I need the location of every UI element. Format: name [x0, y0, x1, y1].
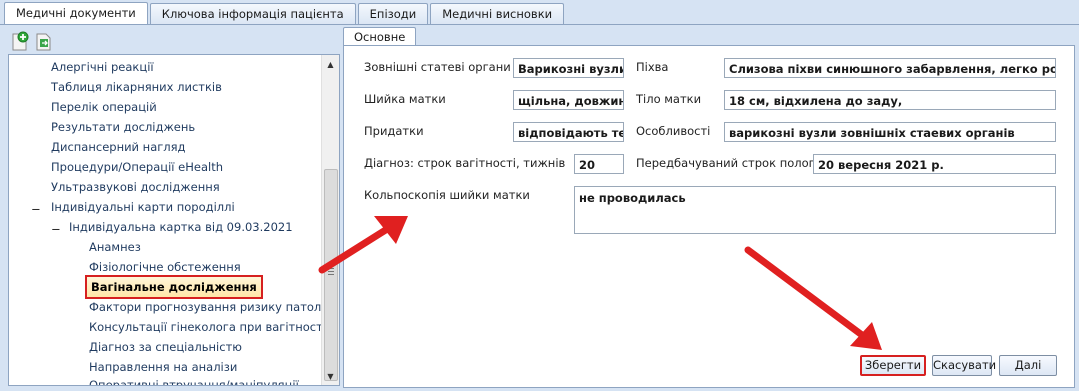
collapse-toggle-icon[interactable]: −	[31, 202, 41, 216]
tab-medical-conclusions[interactable]: Медичні висновки	[430, 3, 565, 24]
tree-item[interactable]: Оперативні втручання/маніпуляції	[89, 375, 299, 386]
tree-item-label: Таблиця лікарняних листків	[51, 80, 222, 94]
tree-item-label: Діагноз за спеціальністю	[89, 340, 242, 354]
tree-item-label: Результати досліджень	[51, 120, 196, 134]
scroll-grip-icon	[328, 268, 334, 276]
external-organs-field[interactable]: Варикозні вузли	[513, 58, 624, 78]
tree-item-label: Індивідуальна картка від 09.03.2021	[69, 220, 293, 234]
tree-item[interactable]: Ультразвукові дослідження	[51, 177, 220, 197]
adnexa-label: Придатки	[364, 124, 424, 138]
tree-item-label: Фізіологічне обстеження	[89, 260, 241, 274]
tree-item-label: Анамнез	[89, 240, 141, 254]
tree-item-label: Індивідуальні карти породіллі	[51, 200, 235, 214]
tree-item[interactable]: Індивідуальні карти породіллі	[51, 197, 235, 217]
adnexa-field[interactable]: відповідають тер	[513, 122, 624, 142]
tree-item[interactable]: Анамнез	[89, 237, 141, 257]
tab-main[interactable]: Основне	[343, 27, 417, 46]
tree-item-label: Вагінальне дослідження	[91, 280, 257, 294]
gestational-age-field[interactable]: 20	[574, 154, 624, 174]
scrollbar-thumb[interactable]	[324, 169, 338, 381]
tree-item[interactable]: Диспансерний нагляд	[51, 137, 186, 157]
tree-item-selected[interactable]: Вагінальне дослідження	[85, 275, 263, 299]
vagina-field[interactable]: Слизова піхви синюшного забарвлення, лег…	[724, 58, 1056, 78]
cervix-field[interactable]: щільна, довжина	[513, 90, 624, 110]
cervix-label: Шийка матки	[364, 92, 446, 106]
tree-item[interactable]: Консультації гінеколога при вагітності	[89, 317, 326, 337]
vaginal-exam-form: Зовнішні статеві органи Варикозні вузли …	[343, 45, 1075, 388]
uterus-body-field[interactable]: 18 см, відхилена до заду,	[724, 90, 1056, 110]
tree-item-label: Ультразвукові дослідження	[51, 180, 220, 194]
external-organs-label: Зовнішні статеві органи	[364, 60, 511, 74]
due-date-field[interactable]: 20 вересня 2021 р.	[813, 154, 1056, 174]
tab-bar-divider	[0, 24, 1079, 25]
colposcopy-label: Кольпоскопія шийки матки	[364, 188, 530, 202]
tree-item[interactable]: Результати досліджень	[51, 117, 195, 137]
scroll-up-arrow-icon[interactable]: ▲	[322, 57, 339, 73]
tree-item[interactable]: Фактори прогнозування ризику патології	[89, 297, 340, 317]
uterus-body-label: Тіло матки	[636, 92, 702, 106]
tree-item[interactable]: Алергічні реакції	[51, 57, 154, 77]
tree-item-label: Алергічні реакції	[51, 60, 154, 74]
tab-key-patient-info[interactable]: Ключова інформація пацієнта	[149, 3, 356, 24]
tree-item[interactable]: Направлення на аналізи	[89, 357, 237, 377]
due-date-label: Передбачуваний строк пологів	[636, 156, 825, 170]
tree-scrollbar[interactable]: ▲ ▼	[321, 55, 339, 385]
gestational-age-label: Діагноз: строк вагітності, тижнів	[364, 156, 566, 170]
features-label: Особливості	[636, 124, 711, 138]
tree-item-label: Перелік операцій	[51, 100, 157, 114]
tree-item-label: Консультації гінеколога при вагітності	[89, 320, 327, 334]
export-document-icon[interactable]	[35, 31, 53, 51]
next-button[interactable]: Далі	[999, 355, 1057, 376]
tree-item-label: Фактори прогнозування ризику патології	[89, 300, 340, 314]
tree-item-label: Диспансерний нагляд	[51, 140, 186, 154]
save-button[interactable]: Зберегти	[860, 355, 926, 376]
tab-episodes[interactable]: Епізоди	[357, 3, 429, 24]
tree-item[interactable]: Індивідуальна картка від 09.03.2021	[69, 217, 293, 237]
tree-item-label: Оперативні втручання/маніпуляції	[89, 378, 299, 386]
document-tree[interactable]: Алергічні реакції Таблиця лікарняних лист…	[8, 54, 340, 386]
tree-item-label: Процедури/Операції eHealth	[51, 160, 223, 174]
cancel-button[interactable]: Скасувати	[932, 355, 996, 376]
tree-item[interactable]: Фізіологічне обстеження	[89, 257, 241, 277]
tree-item[interactable]: Діагноз за спеціальністю	[89, 337, 242, 357]
collapse-toggle-icon[interactable]: −	[51, 222, 61, 236]
add-document-icon[interactable]	[11, 31, 29, 51]
features-field[interactable]: варикозні вузли зовнішніх стаевих органі…	[724, 122, 1056, 142]
scroll-down-arrow-icon[interactable]: ▼	[322, 369, 339, 385]
tab-medical-documents[interactable]: Медичні документи	[4, 2, 148, 25]
colposcopy-field[interactable]: не проводилась	[574, 186, 1056, 234]
vagina-label: Піхва	[636, 60, 669, 74]
tree-item[interactable]: Перелік операцій	[51, 97, 157, 117]
tree-item-label: Направлення на аналізи	[89, 360, 238, 374]
tree-item[interactable]: Таблиця лікарняних листків	[51, 77, 222, 97]
tree-item[interactable]: Процедури/Операції eHealth	[51, 157, 223, 177]
top-tab-bar: Медичні документи Ключова інформація пац…	[4, 2, 566, 25]
